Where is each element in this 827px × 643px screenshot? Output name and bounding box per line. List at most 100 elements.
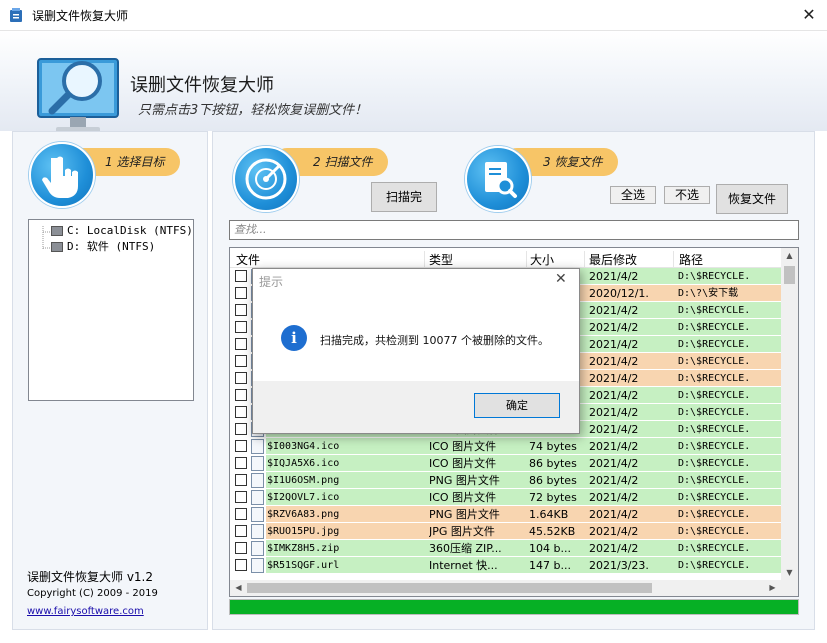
row-checkbox[interactable] bbox=[235, 559, 247, 571]
col-type[interactable]: 类型 bbox=[429, 251, 453, 268]
row-checkbox[interactable] bbox=[235, 542, 247, 554]
file-type: Internet 快... bbox=[429, 559, 498, 572]
file-name: $I2QOVL7.ico bbox=[267, 492, 340, 503]
table-row[interactable]: $I2QOVL7.ico ICO 图片文件 72 bytes 2021/4/2 D:\$… bbox=[230, 489, 782, 506]
row-checkbox[interactable] bbox=[235, 440, 247, 452]
vertical-scrollbar[interactable]: ▲ ▼ bbox=[781, 248, 798, 581]
file-icon bbox=[251, 456, 264, 471]
file-size: 86 bytes bbox=[529, 457, 577, 470]
close-icon[interactable]: ✕ bbox=[797, 4, 821, 26]
file-path: D:\$RECYCLE. bbox=[678, 492, 751, 503]
row-checkbox[interactable] bbox=[235, 423, 247, 435]
file-path: D:\$RECYCLE. bbox=[678, 305, 751, 316]
row-checkbox[interactable] bbox=[235, 474, 247, 486]
file-path: D:\?\安下载 bbox=[678, 288, 739, 299]
table-row[interactable]: $I003NG4.ico ICO 图片文件 74 bytes 2021/4/2 D:\$… bbox=[230, 438, 782, 455]
file-modified: 2021/4/2 bbox=[589, 457, 639, 470]
scan-button[interactable]: 扫描完 bbox=[371, 182, 437, 212]
file-path: D:\$RECYCLE. bbox=[678, 424, 751, 435]
dialog-title: 提示 bbox=[259, 275, 284, 289]
scroll-left-icon[interactable]: ◀ bbox=[230, 580, 247, 596]
col-file[interactable]: 文件 bbox=[236, 251, 260, 268]
file-modified: 2021/4/2 bbox=[589, 338, 639, 351]
file-type: PNG 图片文件 bbox=[429, 474, 500, 487]
file-path: D:\$RECYCLE. bbox=[678, 339, 751, 350]
search-input[interactable]: 查找... bbox=[229, 220, 799, 240]
file-path: D:\$RECYCLE. bbox=[678, 407, 751, 418]
file-icon bbox=[251, 507, 264, 522]
scroll-thumb[interactable] bbox=[784, 266, 795, 284]
row-checkbox[interactable] bbox=[235, 304, 247, 316]
col-path[interactable]: 路径 bbox=[679, 251, 703, 268]
row-checkbox[interactable] bbox=[235, 287, 247, 299]
progress-fill bbox=[230, 600, 798, 614]
file-size: 86 bytes bbox=[529, 474, 577, 487]
scan-complete-dialog: 提示 ✕ i 扫描完成，共检测到 10077 个被删除的文件。 确定 bbox=[252, 268, 580, 434]
row-checkbox[interactable] bbox=[235, 338, 247, 350]
row-checkbox[interactable] bbox=[235, 372, 247, 384]
scan-progress-bar bbox=[229, 599, 799, 615]
file-path: D:\$RECYCLE. bbox=[678, 509, 751, 520]
file-size: 45.52KB bbox=[529, 525, 576, 538]
table-row[interactable]: $IQJA5X6.ico ICO 图片文件 86 bytes 2021/4/2 D:\$… bbox=[230, 455, 782, 472]
file-icon bbox=[251, 439, 264, 454]
row-checkbox[interactable] bbox=[235, 270, 247, 282]
drive-item-c[interactable]: C: LocalDisk (NTFS) bbox=[51, 223, 193, 239]
file-type: ICO 图片文件 bbox=[429, 440, 497, 453]
file-name: $IMKZ8H5.zip bbox=[267, 543, 340, 554]
scroll-up-icon[interactable]: ▲ bbox=[781, 248, 798, 264]
table-row[interactable]: $RUO15PU.jpg JPG 图片文件 45.52KB 2021/4/2 D:\$R… bbox=[230, 523, 782, 540]
row-checkbox[interactable] bbox=[235, 491, 247, 503]
file-path: D:\$RECYCLE. bbox=[678, 458, 751, 469]
row-checkbox[interactable] bbox=[235, 457, 247, 469]
file-icon bbox=[251, 524, 264, 539]
row-checkbox[interactable] bbox=[235, 508, 247, 520]
hscroll-thumb[interactable] bbox=[247, 583, 652, 593]
close-icon[interactable]: ✕ bbox=[555, 271, 567, 287]
file-size: 72 bytes bbox=[529, 491, 577, 504]
file-path: D:\$RECYCLE. bbox=[678, 271, 751, 282]
select-all-button[interactable]: 全选 bbox=[610, 186, 656, 204]
scroll-right-icon[interactable]: ▶ bbox=[764, 580, 781, 596]
target-panel: 1 选择目标 C: LocalDisk (NTFS) D: 软件 (NTFS) … bbox=[12, 131, 208, 630]
scroll-down-icon[interactable]: ▼ bbox=[781, 565, 798, 581]
hard-drive-icon bbox=[51, 242, 63, 252]
row-checkbox[interactable] bbox=[235, 406, 247, 418]
table-row[interactable]: $I1U6OSM.png PNG 图片文件 86 bytes 2021/4/2 D:\$… bbox=[230, 472, 782, 489]
file-type: ICO 图片文件 bbox=[429, 457, 497, 470]
monitor-magnifier-logo bbox=[37, 58, 119, 133]
file-modified: 2021/4/2 bbox=[589, 525, 639, 538]
file-modified: 2021/4/2 bbox=[589, 508, 639, 521]
table-row[interactable]: $IMKZ8H5.zip 360压缩 ZIP... 104 b... 2021/4/2… bbox=[230, 540, 782, 557]
file-size: 147 b... bbox=[529, 559, 571, 572]
file-type: JPG 图片文件 bbox=[429, 525, 495, 538]
file-modified: 2021/4/2 bbox=[589, 372, 639, 385]
document-search-icon bbox=[465, 146, 531, 212]
row-checkbox[interactable] bbox=[235, 525, 247, 537]
recover-button[interactable]: 恢复文件 bbox=[716, 184, 788, 214]
file-path: D:\$RECYCLE. bbox=[678, 356, 751, 367]
header-banner: 误删文件恢复大师 只需点击3下按钮，轻松恢复误删文件！ bbox=[0, 31, 827, 133]
row-checkbox[interactable] bbox=[235, 355, 247, 367]
file-modified: 2021/4/2 bbox=[589, 423, 639, 436]
info-icon: i bbox=[281, 325, 307, 351]
row-checkbox[interactable] bbox=[235, 389, 247, 401]
drive-item-d[interactable]: D: 软件 (NTFS) bbox=[51, 239, 155, 255]
file-path: D:\$RECYCLE. bbox=[678, 441, 751, 452]
file-path: D:\$RECYCLE. bbox=[678, 373, 751, 384]
row-checkbox[interactable] bbox=[235, 321, 247, 333]
file-path: D:\$RECYCLE. bbox=[678, 475, 751, 486]
file-type: 360压缩 ZIP... bbox=[429, 542, 502, 555]
select-none-button[interactable]: 不选 bbox=[664, 186, 710, 204]
table-row[interactable]: $RZV6A83.png PNG 图片文件 1.64KB 2021/4/2 D:\$RE… bbox=[230, 506, 782, 523]
col-size[interactable]: 大小 bbox=[530, 251, 554, 268]
col-modified[interactable]: 最后修改 bbox=[589, 251, 637, 268]
drive-tree: C: LocalDisk (NTFS) D: 软件 (NTFS) bbox=[28, 219, 194, 401]
file-modified: 2020/12/1. bbox=[589, 287, 649, 300]
file-size: 104 b... bbox=[529, 542, 571, 555]
ok-button[interactable]: 确定 bbox=[474, 393, 560, 418]
website-link[interactable]: www.fairysoftware.com bbox=[27, 606, 144, 617]
horizontal-scrollbar[interactable]: ◀ ▶ bbox=[230, 580, 798, 596]
file-path: D:\$RECYCLE. bbox=[678, 390, 751, 401]
table-row[interactable]: $R51SQGF.url Internet 快... 147 b... 2021/3/… bbox=[230, 557, 782, 574]
